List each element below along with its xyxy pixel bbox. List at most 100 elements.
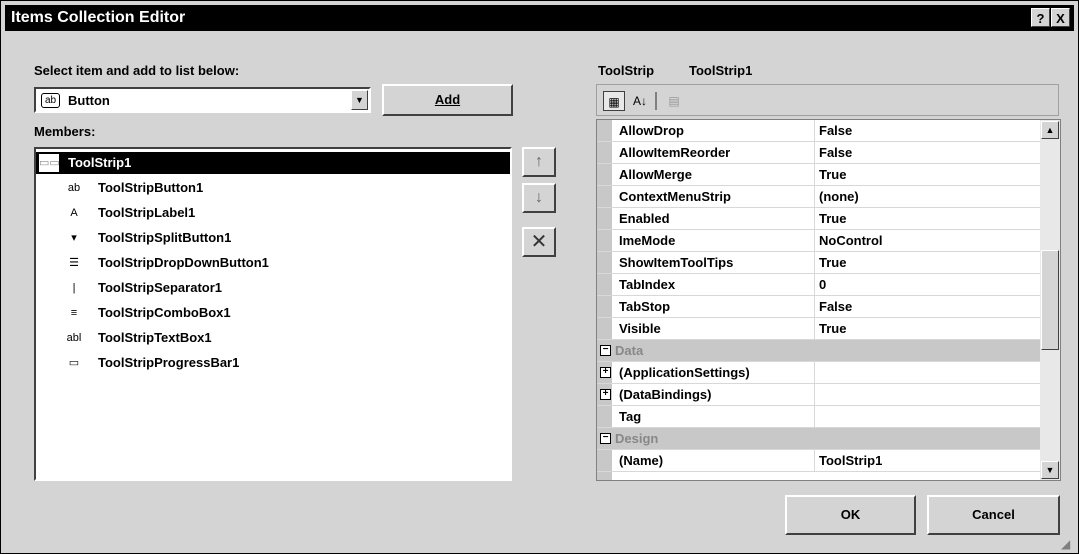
alphabetical-icon[interactable]: A↓ (629, 91, 651, 111)
property-row[interactable]: ShowItemToolTips True (597, 252, 1040, 274)
combobox-icon: ≡ (70, 307, 78, 319)
property-category[interactable]: − Design (597, 428, 1040, 450)
resize-grip-icon[interactable]: ◢ (1061, 537, 1075, 551)
categorized-icon[interactable]: ▦ (603, 91, 625, 111)
property-row[interactable]: AllowDrop False (597, 120, 1040, 142)
property-name: ContextMenuStrip (619, 189, 731, 204)
column-divider (814, 318, 815, 340)
property-value[interactable]: True (819, 167, 846, 182)
member-item-label: ToolStripDropDownButton1 (98, 255, 269, 270)
property-row[interactable]: Tag (597, 406, 1040, 428)
property-category[interactable]: − Data (597, 340, 1040, 362)
column-divider (814, 450, 815, 472)
expand-icon[interactable]: + (600, 367, 611, 378)
property-value[interactable]: ToolStrip1 (819, 453, 882, 468)
cancel-button[interactable]: Cancel (927, 495, 1060, 535)
property-toolbar: ▦ A↓ ▤ (596, 84, 1059, 116)
property-name: (Name) (619, 453, 664, 468)
member-item-label: ToolStripButton1 (98, 180, 204, 195)
property-grid[interactable]: AllowDrop False AllowItemReorder False Allow… (596, 119, 1061, 481)
column-divider (814, 252, 815, 274)
move-up-button[interactable]: ↑ (522, 147, 556, 177)
property-row[interactable]: ImeMode NoControl (597, 230, 1040, 252)
member-item-label: ToolStripTextBox1 (98, 330, 212, 345)
property-value[interactable]: True (819, 211, 846, 226)
member-item[interactable]: ▾ ToolStripSplitButton1 (36, 227, 510, 249)
scroll-down-icon[interactable]: ▼ (1041, 461, 1059, 479)
property-name: ShowItemToolTips (619, 255, 734, 270)
property-value[interactable]: False (819, 299, 852, 314)
button-type-icon: ab (41, 93, 60, 108)
column-divider (814, 362, 815, 384)
collapse-icon[interactable]: − (600, 433, 611, 444)
member-item-label: ToolStripSplitButton1 (98, 230, 232, 245)
property-row[interactable]: + (DataBindings) (597, 384, 1040, 406)
property-value[interactable]: False (819, 145, 852, 160)
close-button[interactable]: X (1051, 8, 1070, 27)
property-row[interactable]: AllowItemReorder False (597, 142, 1040, 164)
property-row[interactable]: ContextMenuStrip (none) (597, 186, 1040, 208)
property-row[interactable]: AllowMerge True (597, 164, 1040, 186)
column-divider (814, 142, 815, 164)
member-item[interactable]: ▭▭ ToolStrip1 (36, 152, 510, 174)
separator-icon: | (72, 282, 76, 294)
column-divider (814, 208, 815, 230)
member-item-label: ToolStripComboBox1 (98, 305, 231, 320)
property-row[interactable]: Enabled True (597, 208, 1040, 230)
property-name: Enabled (619, 211, 670, 226)
expand-icon[interactable]: + (600, 389, 611, 400)
property-value[interactable]: 0 (819, 277, 826, 292)
help-button[interactable]: ? (1031, 8, 1050, 27)
property-row[interactable]: (Name) ToolStrip1 (597, 450, 1040, 472)
member-item[interactable]: ≡ ToolStripComboBox1 (36, 302, 510, 324)
member-item-label: ToolStripLabel1 (98, 205, 196, 220)
member-item[interactable]: A ToolStripLabel1 (36, 202, 510, 224)
delete-button[interactable]: ✕ (522, 227, 556, 257)
object-type: ToolStrip (598, 63, 655, 78)
property-name: AllowItemReorder (619, 145, 731, 160)
label-icon: A (70, 207, 78, 219)
property-value[interactable]: (none) (819, 189, 859, 204)
chevron-down-icon[interactable]: ▼ (351, 90, 368, 110)
title-bar: Items Collection Editor ? X (5, 5, 1074, 31)
property-row[interactable]: TabStop False (597, 296, 1040, 318)
property-name: Visible (619, 321, 661, 336)
scroll-thumb[interactable] (1041, 250, 1059, 350)
member-item[interactable]: | ToolStripSeparator1 (36, 277, 510, 299)
dropdown-button-icon: ☰ (69, 257, 79, 269)
property-value[interactable]: NoControl (819, 233, 883, 248)
members-label: Members: (34, 124, 96, 139)
member-item[interactable]: ▭ ToolStripProgressBar1 (36, 352, 510, 374)
property-row[interactable]: Visible True (597, 318, 1040, 340)
property-value[interactable]: True (819, 255, 846, 270)
item-type-combobox[interactable]: ab Button ▼ (34, 87, 371, 113)
progressbar-icon: ▭ (68, 357, 80, 369)
select-item-label: Select item and add to list below: (34, 63, 240, 78)
property-name: AllowMerge (619, 167, 692, 182)
add-button[interactable]: Add (382, 84, 513, 116)
property-value[interactable]: True (819, 321, 846, 336)
member-item-label: ToolStrip1 (68, 155, 132, 170)
member-item[interactable]: abl ToolStripTextBox1 (36, 327, 510, 349)
property-pages-icon[interactable]: ▤ (663, 91, 685, 111)
property-name: (ApplicationSettings) (619, 365, 750, 380)
member-item[interactable]: ☰ ToolStripDropDownButton1 (36, 252, 510, 274)
ok-button[interactable]: OK (785, 495, 916, 535)
column-divider (814, 384, 815, 406)
move-down-button[interactable]: ↓ (522, 183, 556, 213)
member-item[interactable]: ab ToolStripButton1 (36, 177, 510, 199)
property-row[interactable]: + (ApplicationSettings) (597, 362, 1040, 384)
scroll-up-icon[interactable]: ▲ (1041, 121, 1059, 139)
property-name: ImeMode (619, 233, 676, 248)
collapse-icon[interactable]: − (600, 345, 611, 356)
property-row[interactable]: TabIndex 0 (597, 274, 1040, 296)
property-value[interactable]: False (819, 123, 852, 138)
members-list[interactable]: ▭▭ ToolStrip1 ab ToolStripButton1 A ToolStrip… (34, 147, 512, 481)
property-name: (DataBindings) (619, 387, 712, 402)
vertical-scrollbar[interactable]: ▲ ▼ (1040, 120, 1060, 480)
column-divider (814, 120, 815, 142)
property-name: TabStop (619, 299, 671, 314)
toolstrip-icon: ▭▭ (39, 154, 60, 172)
add-button-label: Add (434, 92, 461, 107)
property-name: TabIndex (619, 277, 676, 292)
